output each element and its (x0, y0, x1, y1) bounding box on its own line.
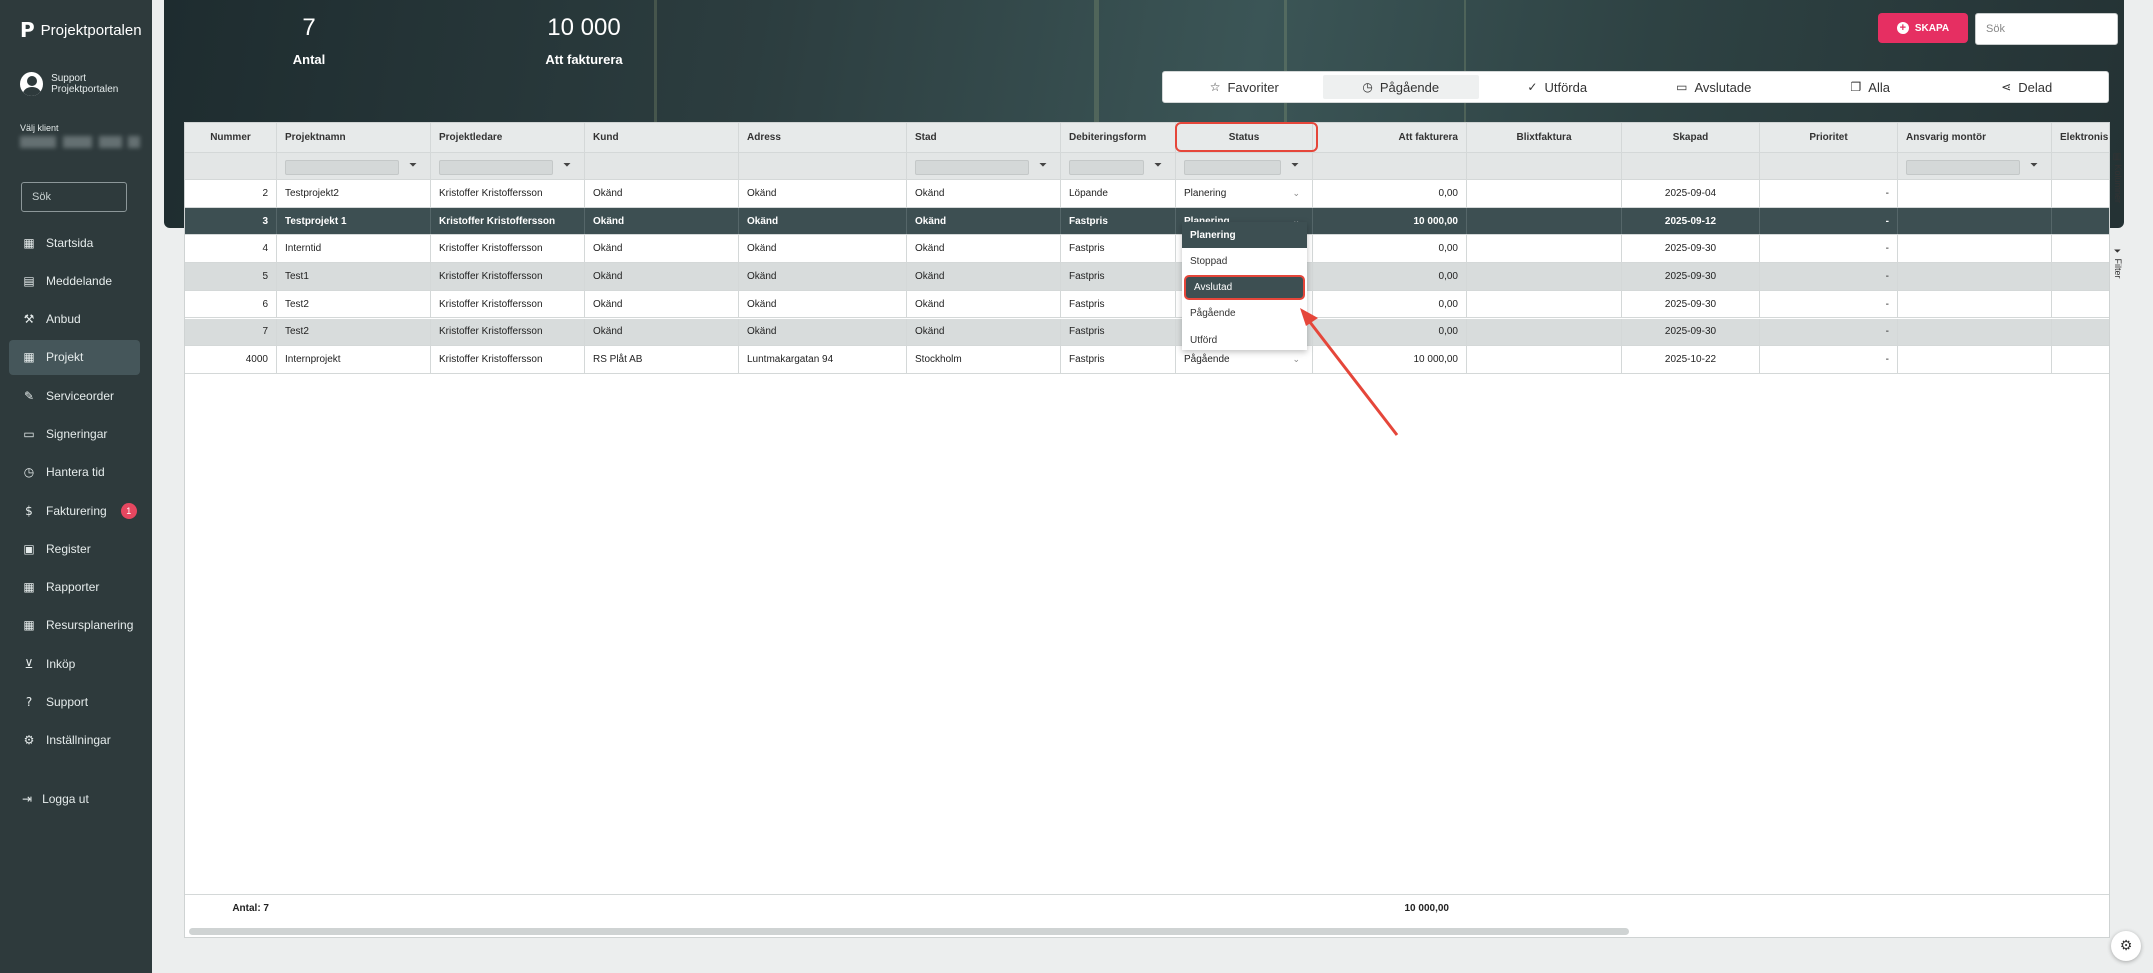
settings-gear-icon[interactable]: ⚙ (2111, 931, 2141, 961)
annotation-arrow (1300, 308, 1399, 436)
